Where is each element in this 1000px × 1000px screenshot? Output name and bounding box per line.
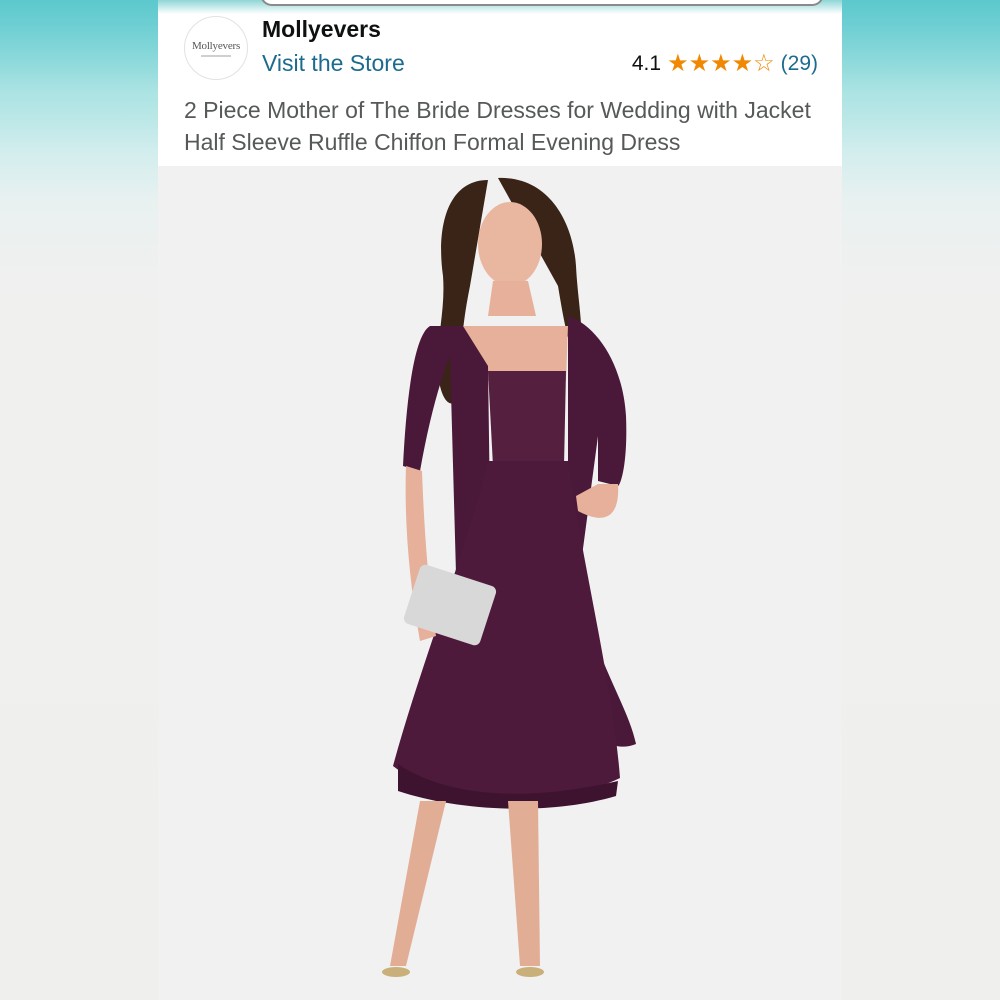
product-title: 2 Piece Mother of The Bride Dresses for … xyxy=(184,97,811,155)
star-filled-icon: ★ xyxy=(731,50,754,77)
visit-store-link[interactable]: Visit the Store xyxy=(262,50,405,77)
brand-logo-underline xyxy=(201,54,231,57)
right-background xyxy=(842,0,1000,1000)
left-background xyxy=(0,0,158,1000)
product-image[interactable] xyxy=(158,166,842,1000)
brand-logo[interactable]: Mollyevers xyxy=(184,16,248,80)
star-filled-icon: ★ xyxy=(710,50,732,77)
star-filled-icon: ★ xyxy=(688,50,711,77)
rating-value: 4.1 xyxy=(631,52,662,75)
star-rating: ★ ★ ★ ★ ☆ xyxy=(667,52,775,76)
brand-logo-text: Mollyevers xyxy=(191,39,241,52)
product-card: Mollyevers Mollyevers Visit the Store 4.… xyxy=(158,0,842,1000)
review-count-link[interactable]: (29) xyxy=(781,52,818,76)
rating-summary[interactable]: 4.1 ★ ★ ★ ★ ☆ (29) xyxy=(632,52,818,76)
product-photo-illustration xyxy=(158,166,842,1000)
brand-name[interactable]: Mollyevers xyxy=(262,16,381,43)
search-bar[interactable] xyxy=(260,0,824,6)
star-filled-icon: ★ xyxy=(667,50,689,77)
star-empty-icon: ☆ xyxy=(753,50,775,77)
